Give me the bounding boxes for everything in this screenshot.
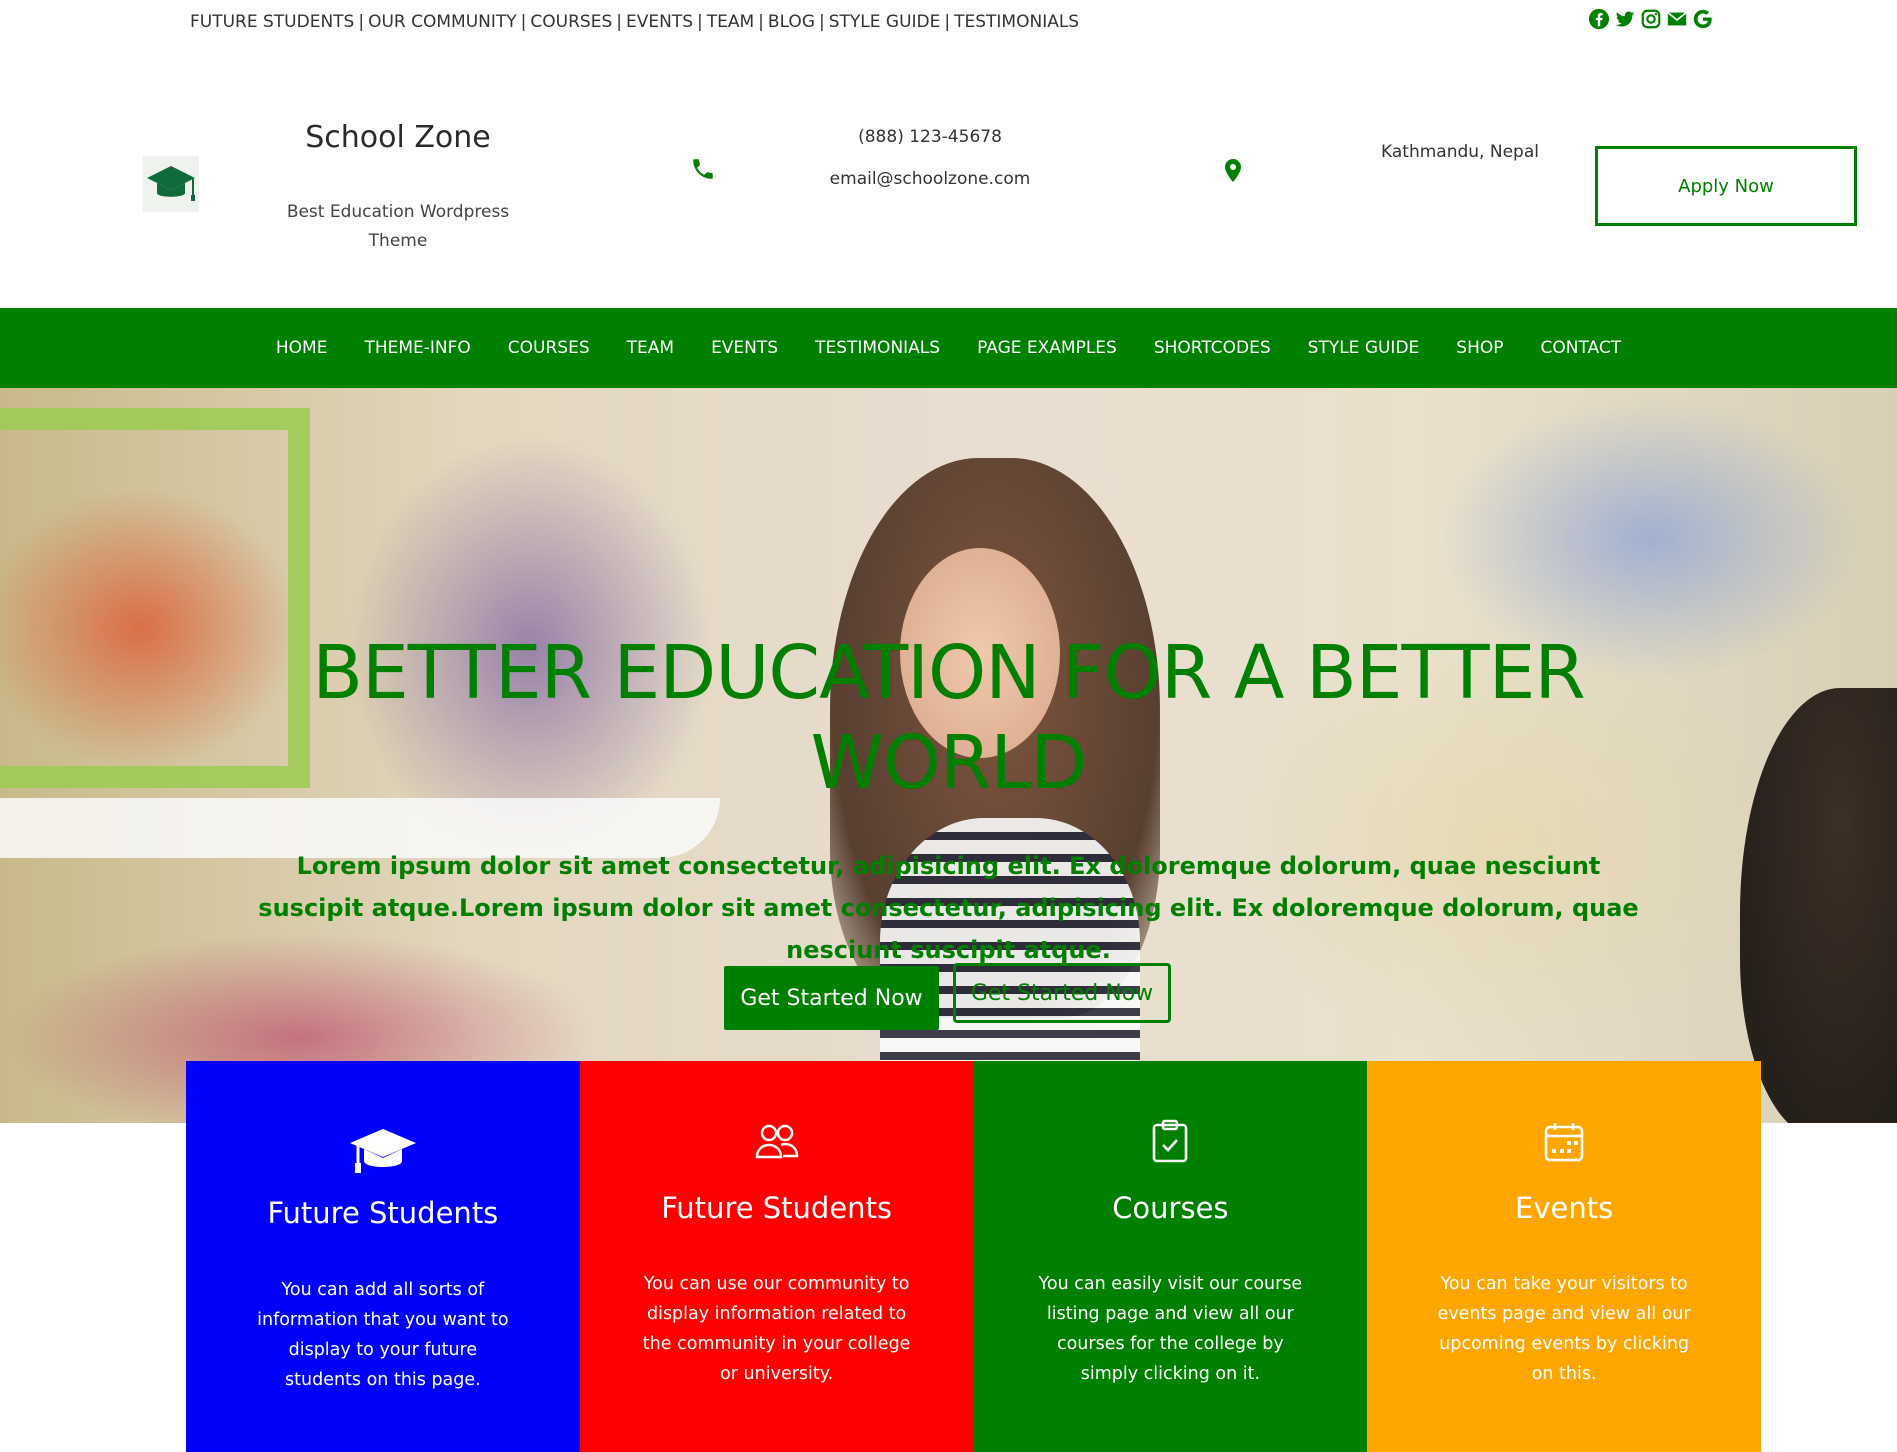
site-header: School Zone Best Education Wordpress The… xyxy=(0,46,1897,308)
hero-title: BETTER EDUCATION FOR A BETTER WORLD xyxy=(312,630,1586,806)
nav-item-events[interactable]: EVENTS xyxy=(693,338,797,358)
separator: | xyxy=(520,12,527,32)
social-links xyxy=(1588,8,1714,30)
twitter-icon[interactable] xyxy=(1614,8,1636,30)
main-nav: HOME THEME-INFO COURSES TEAM EVENTS TESTIMONI… xyxy=(0,308,1897,388)
hero-background-person-right xyxy=(1740,688,1897,1123)
phone-icon xyxy=(690,156,716,182)
site-title[interactable]: School Zone xyxy=(248,120,548,155)
email-address[interactable]: email@schoolzone.com xyxy=(790,158,1070,200)
card-title: Events xyxy=(1515,1191,1614,1225)
graduation-cap-logo-icon xyxy=(147,166,195,201)
top-link-style-guide[interactable]: STYLE GUIDE xyxy=(829,12,941,32)
address: Kathmandu, Nepal xyxy=(1381,142,1539,162)
graduation-cap-icon xyxy=(348,1127,418,1175)
card-text: You can use our community to display inf… xyxy=(642,1274,911,1384)
card-title: Future Students xyxy=(661,1191,893,1225)
card-text: You can take your visitors to events pag… xyxy=(1437,1274,1691,1384)
top-link-courses[interactable]: COURSES xyxy=(530,12,612,32)
top-link-events[interactable]: EVENTS xyxy=(626,12,693,32)
separator: | xyxy=(616,12,622,32)
card-courses[interactable]: Courses You can easily visit our course … xyxy=(973,1061,1368,1452)
hero-banner: BETTER EDUCATION FOR A BETTER WORLD Lore… xyxy=(0,388,1897,1123)
facebook-icon[interactable] xyxy=(1588,8,1610,30)
nav-item-courses[interactable]: COURSES xyxy=(489,338,608,358)
nav-item-style-guide[interactable]: STYLE GUIDE xyxy=(1289,338,1438,358)
top-links: FUTURE STUDENTS | OUR COMMUNITY | COURSES | EV… xyxy=(190,12,1079,32)
top-link-our-community[interactable]: OUR COMMUNITY xyxy=(368,12,517,32)
main-nav-list: HOME THEME-INFO COURSES TEAM EVENTS TESTIMONI… xyxy=(0,308,1897,388)
get-started-outline-button[interactable]: Get Started Now xyxy=(953,963,1171,1023)
top-link-future-students[interactable]: FUTURE STUDENTS xyxy=(190,12,354,32)
users-icon xyxy=(755,1121,799,1161)
card-title: Courses xyxy=(1112,1191,1229,1225)
location-pin-icon xyxy=(1221,158,1245,184)
google-icon[interactable] xyxy=(1692,8,1714,30)
nav-item-home[interactable]: HOME xyxy=(257,338,346,358)
card-our-community[interactable]: Future Students You can use our communit… xyxy=(579,1061,974,1452)
card-text: You can easily visit our course listing … xyxy=(1038,1274,1303,1384)
apply-now-button[interactable]: Apply Now xyxy=(1595,146,1857,226)
top-link-blog[interactable]: BLOG xyxy=(768,12,815,32)
separator: | xyxy=(758,12,764,32)
nav-item-team[interactable]: TEAM xyxy=(608,338,692,358)
separator: | xyxy=(819,12,825,32)
nav-item-testimonials[interactable]: TESTIMONIALS xyxy=(797,338,959,358)
separator: | xyxy=(697,12,703,32)
top-bar: FUTURE STUDENTS | OUR COMMUNITY | COURSES | EV… xyxy=(0,0,1897,46)
nav-item-theme-info[interactable]: THEME-INFO xyxy=(346,338,489,358)
hero-text: Lorem ipsum dolor sit amet consectetur, … xyxy=(258,852,1639,964)
nav-item-page-examples[interactable]: PAGE EXAMPLES xyxy=(959,338,1136,358)
card-title: Future Students xyxy=(267,1196,499,1230)
nav-item-shop[interactable]: SHOP xyxy=(1438,338,1522,358)
site-tagline: Best Education Wordpress Theme xyxy=(286,202,510,251)
top-link-testimonials[interactable]: TESTIMONIALS xyxy=(954,12,1079,32)
calendar-icon xyxy=(1543,1121,1585,1163)
nav-item-shortcodes[interactable]: SHORTCODES xyxy=(1135,338,1289,358)
card-text: You can add all sorts of information tha… xyxy=(257,1280,509,1390)
separator: | xyxy=(944,12,951,32)
nav-item-contact[interactable]: CONTACT xyxy=(1522,338,1640,358)
get-started-button[interactable]: Get Started Now xyxy=(724,966,939,1030)
clipboard-check-icon xyxy=(1150,1119,1190,1163)
phone-number[interactable]: (888) 123-45678 xyxy=(790,116,1070,158)
feature-cards: Future Students You can add all sorts of… xyxy=(186,1061,1761,1452)
instagram-icon[interactable] xyxy=(1640,8,1662,30)
separator: | xyxy=(358,12,365,32)
card-future-students[interactable]: Future Students You can add all sorts of… xyxy=(186,1061,580,1452)
contact-info: (888) 123-45678 email@schoolzone.com xyxy=(790,116,1070,200)
mail-icon[interactable] xyxy=(1666,8,1688,30)
top-link-team[interactable]: TEAM xyxy=(707,12,754,32)
card-events[interactable]: Events You can take your visitors to eve… xyxy=(1367,1061,1761,1452)
logo[interactable] xyxy=(143,156,199,212)
